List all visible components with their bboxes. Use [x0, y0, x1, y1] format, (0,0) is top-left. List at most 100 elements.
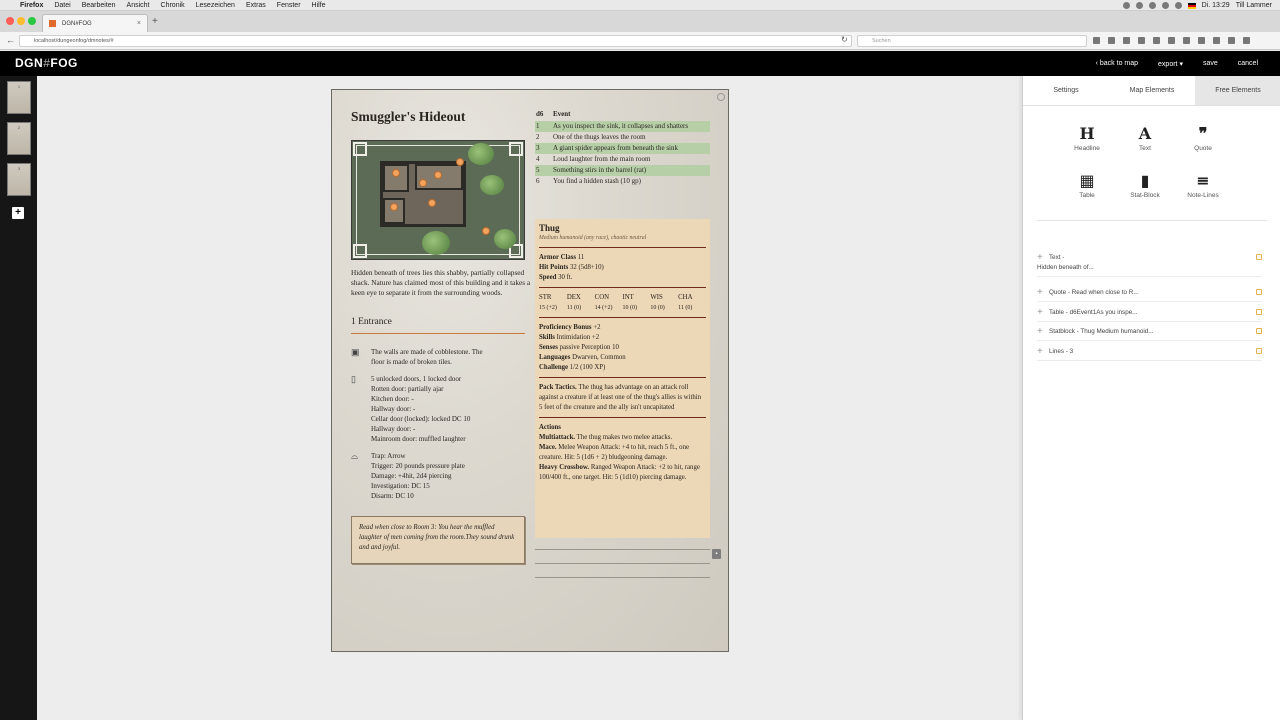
zoom-window-icon[interactable]	[28, 17, 36, 25]
section-heading[interactable]: 1 Entrance	[351, 317, 392, 327]
note-lines-tool[interactable]: ≡ Note-Lines	[1177, 170, 1229, 214]
stat-block[interactable]: Thug Medium humanoid (any race), chaotic…	[535, 219, 710, 538]
bookmark-star-icon[interactable]	[1093, 37, 1100, 44]
page-thumbnail[interactable]: 2	[7, 122, 31, 155]
sync-icon[interactable]	[1148, 2, 1156, 9]
stat-label: Senses	[539, 344, 558, 351]
note-lines[interactable]	[535, 549, 710, 591]
menu-lesezeichen[interactable]: Lesezeichen	[196, 2, 235, 9]
export-button[interactable]: export ▾	[1158, 60, 1183, 68]
menu-chronik[interactable]: Chronik	[161, 2, 185, 9]
browser-tab[interactable]: DGN#FOG ×	[42, 14, 148, 32]
cancel-button[interactable]: cancel	[1238, 60, 1258, 67]
stat-value: Intimidation +2	[556, 334, 600, 341]
home-icon[interactable]	[1153, 37, 1160, 44]
back-arrow-icon[interactable]: ←	[6, 35, 15, 45]
page-title[interactable]: Smuggler's Hideout	[351, 109, 465, 125]
trap-icon: ⌓	[351, 451, 359, 461]
download-icon[interactable]	[1138, 37, 1145, 44]
clock[interactable]: Di. 13:29	[1202, 2, 1230, 9]
heavy-crossbow: Heavy Crossbow. Ranged Weapon Attack: +2…	[539, 463, 706, 483]
list-item[interactable]: + Quote - Read when close to R...	[1037, 288, 1262, 302]
senses: Senses passive Perception 10	[539, 343, 706, 353]
page-corner-handle-icon[interactable]	[717, 93, 725, 101]
headline-icon: H	[1079, 124, 1095, 143]
menu-bearbeiten[interactable]: Bearbeiten	[82, 2, 116, 9]
quote-tool[interactable]: ❞ Quote	[1177, 123, 1229, 167]
table-tool[interactable]: ▦ Table	[1061, 170, 1113, 214]
reload-icon[interactable]: ↻	[841, 35, 848, 44]
expand-icon[interactable]: +	[1037, 253, 1043, 263]
map-marker-icon	[428, 199, 436, 207]
menu-datei[interactable]: Datei	[54, 2, 70, 9]
pocket-icon[interactable]	[1123, 37, 1130, 44]
visibility-checkbox[interactable]	[1256, 309, 1262, 315]
walls-feature[interactable]: ▣ The walls are made of cobblestone. The…	[351, 347, 531, 367]
expand-icon[interactable]: +	[1037, 327, 1043, 337]
screenshot-icon[interactable]	[1213, 37, 1220, 44]
read-aloud-quote[interactable]: Read when close to Room 3: You hear the …	[351, 516, 525, 564]
send-icon[interactable]	[1168, 37, 1175, 44]
close-tab-icon[interactable]: ×	[137, 20, 141, 27]
hamburger-menu-icon[interactable]	[1243, 37, 1250, 44]
menu-firefox[interactable]: Firefox	[20, 2, 43, 9]
sidebar-icon[interactable]	[1228, 37, 1235, 44]
expand-icon[interactable]: +	[1037, 308, 1043, 318]
search-input[interactable]: Suchen	[857, 35, 1087, 47]
visibility-checkbox[interactable]	[1256, 328, 1262, 334]
save-button[interactable]: save	[1203, 60, 1218, 67]
list-item[interactable]: + Lines - 3	[1037, 347, 1262, 361]
walls-line: The walls are made of cobblestone. The	[371, 348, 483, 356]
add-page-button[interactable]: +	[12, 207, 24, 219]
expand-icon[interactable]: +	[1037, 347, 1043, 357]
tab-settings[interactable]: Settings	[1023, 76, 1109, 105]
back-to-map-button[interactable]: ‹ back to map	[1096, 60, 1138, 67]
tree-icon	[468, 143, 494, 165]
menu-extras[interactable]: Extras	[246, 2, 266, 9]
app-logo[interactable]: DGN#FOG	[15, 56, 78, 70]
doors-feature[interactable]: ▯ 5 unlocked doors, 1 locked door Rotten…	[351, 374, 531, 444]
list-item[interactable]: + Statblock - Thug Medium humanoid...	[1037, 327, 1262, 341]
text-tool[interactable]: A Text	[1119, 123, 1171, 167]
event-table[interactable]: d6 Event 1 As you inspect the sink, it c…	[535, 110, 710, 187]
door-icon: ▯	[351, 374, 356, 384]
trash-icon[interactable]: ▪	[712, 549, 721, 559]
close-window-icon[interactable]	[6, 17, 14, 25]
visibility-checkbox[interactable]	[1256, 254, 1262, 260]
visibility-checkbox[interactable]	[1256, 289, 1262, 295]
list-item[interactable]: + Table - d6Event1As you inspe...	[1037, 308, 1262, 322]
tab-free-elements[interactable]: Free Elements	[1195, 76, 1280, 105]
new-tab-icon[interactable]: +	[152, 16, 158, 27]
die-column-header: d6	[536, 110, 544, 118]
reader-icon[interactable]	[1108, 37, 1115, 44]
element-label: Quote - Read when close to R...	[1049, 289, 1139, 296]
intro-text[interactable]: Hidden beneath of trees lies this shabby…	[351, 268, 531, 298]
language-flag-icon[interactable]	[1187, 2, 1196, 9]
visibility-checkbox[interactable]	[1256, 348, 1262, 354]
trap-line: Disarm: DC 10	[371, 492, 414, 500]
stat-divider	[539, 317, 706, 318]
minimize-window-icon[interactable]	[17, 17, 25, 25]
menu-hilfe[interactable]: Hilfe	[312, 2, 326, 9]
status-icon[interactable]	[1122, 2, 1130, 9]
tab-map-elements[interactable]: Map Elements	[1109, 76, 1195, 105]
menu-ansicht[interactable]: Ansicht	[127, 2, 150, 9]
menu-fenster[interactable]: Fenster	[277, 2, 301, 9]
wifi-icon[interactable]	[1174, 2, 1182, 9]
map-image[interactable]	[351, 140, 525, 260]
ability-name: INT	[622, 294, 634, 301]
dropbox-icon[interactable]	[1135, 2, 1143, 9]
page-thumbnail[interactable]: 3	[7, 163, 31, 196]
table-row: 2 One of the thugs leaves the room	[535, 132, 710, 143]
info-icon[interactable]	[1198, 37, 1205, 44]
headline-tool[interactable]: H Headline	[1061, 123, 1113, 167]
expand-icon[interactable]: +	[1037, 288, 1043, 298]
stat-block-tool[interactable]: ▮ Stat-Block	[1119, 170, 1171, 214]
addon-icon[interactable]	[1183, 37, 1190, 44]
url-bar[interactable]: localhost/dungeonfog/dmnotes/#	[19, 35, 852, 47]
list-item[interactable]: + Text - Hidden beneath of...	[1037, 253, 1262, 277]
user-name[interactable]: Till Lammer	[1236, 2, 1272, 9]
page-thumbnail[interactable]: 1	[7, 81, 31, 114]
trap-feature[interactable]: ⌓ Trap: Arrow Trigger: 20 pounds pressur…	[351, 451, 531, 501]
bluetooth-icon[interactable]	[1161, 2, 1169, 9]
